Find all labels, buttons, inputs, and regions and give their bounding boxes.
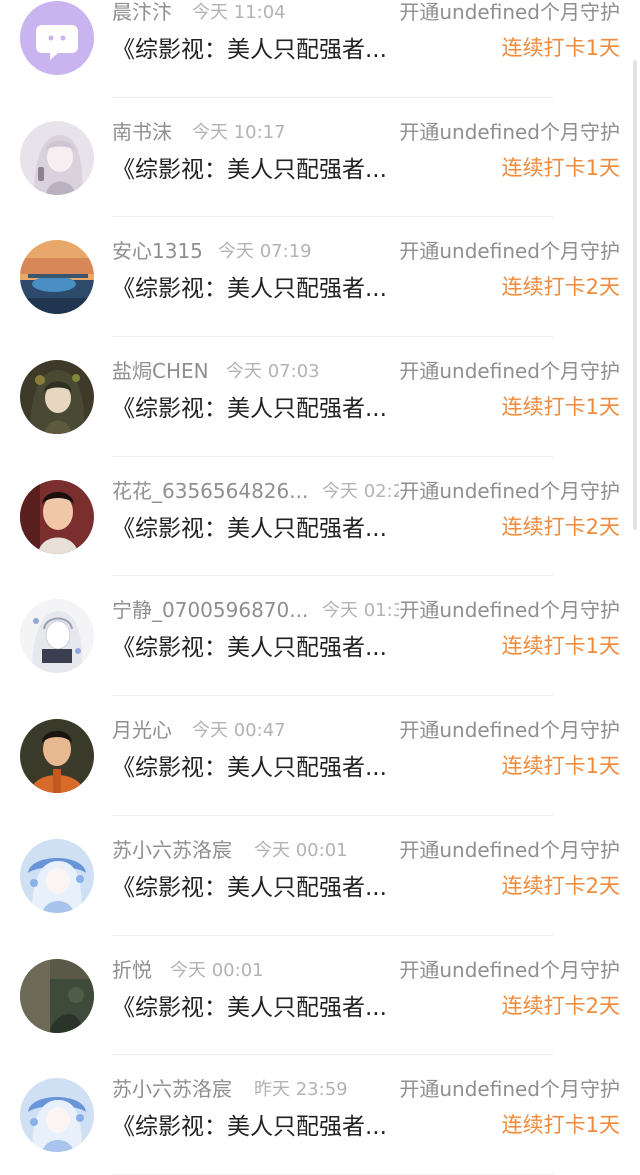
anime-girl-icon — [20, 120, 94, 195]
action-text: 开通undefined个月守护 — [399, 714, 620, 744]
avatar[interactable] — [20, 360, 94, 435]
user-name[interactable]: 月光心 — [112, 714, 172, 743]
checkin-streak: 连续打卡1天 — [501, 634, 620, 659]
action-text: 开通undefined个月守护 — [399, 953, 620, 983]
action-text: 开通undefined个月守护 — [399, 833, 620, 863]
book-title[interactable]: 《综影视：美人只配强者... — [112, 628, 387, 662]
list-item[interactable]: 苏小六苏洛宸 今天 00:01 开通undefined个月守护 《综影视：美人只… — [0, 816, 640, 936]
timestamp: 今天 10:17 — [192, 121, 286, 143]
list-item[interactable]: 安心1315 今天 07:19 开通undefined个月守护 《综影视：美人只… — [0, 217, 640, 338]
checkin-streak: 连续打卡1天 — [501, 395, 620, 420]
avatar[interactable] — [20, 838, 94, 913]
checkin-streak: 连续打卡2天 — [501, 993, 620, 1018]
book-title[interactable]: 《综影视：美人只配强者... — [112, 150, 387, 184]
user-name[interactable]: 苏小六苏洛宸 — [112, 834, 232, 863]
list-item[interactable]: 盐焗CHEN 今天 07:03 开通undefined个月守护 《综影视：美人只… — [0, 337, 640, 457]
avatar[interactable] — [20, 240, 94, 315]
man-photo-icon — [20, 719, 94, 794]
timestamp: 今天 11:04 — [192, 2, 286, 23]
action-text: 开通undefined个月守护 — [399, 594, 620, 624]
timestamp: 昨天 23:59 — [254, 1079, 348, 1101]
book-title[interactable]: 《综影视：美人只配强者... — [112, 269, 387, 303]
timestamp: 今天 00:01 — [170, 959, 264, 981]
list-item[interactable]: 宁静_0700596870... 今天 01:34 开通undefined个月守… — [0, 576, 640, 697]
avatar[interactable] — [20, 958, 94, 1033]
checkin-streak: 连续打卡1天 — [501, 754, 620, 779]
chat-bubble-icon — [20, 1, 94, 75]
list-item[interactable]: 南书沫 今天 10:17 开通undefined个月守护 《综影视：美人只配强者… — [0, 98, 640, 218]
checkin-streak: 连续打卡1天 — [501, 155, 620, 180]
checkin-streak: 连续打卡2天 — [501, 275, 620, 300]
anime-portrait-icon — [20, 360, 94, 435]
sunset-landscape-icon — [20, 240, 94, 315]
checkin-streak: 连续打卡1天 — [501, 1113, 620, 1138]
avatar[interactable] — [20, 1078, 94, 1153]
action-text: 开通undefined个月守护 — [399, 115, 620, 145]
user-name[interactable]: 花花_6356564826... — [112, 475, 308, 504]
blue-anime-icon — [20, 838, 94, 913]
user-name[interactable]: 折悦 — [112, 954, 152, 983]
user-name[interactable]: 盐焗CHEN — [112, 355, 209, 384]
avatar[interactable] — [20, 719, 94, 794]
action-text: 开通undefined个月守护 — [399, 355, 620, 385]
sketch-anime-icon — [20, 599, 94, 674]
list-item[interactable]: 晨汴汴 今天 11:04 开通undefined个月守护 《综影视：美人只配强者… — [0, 0, 640, 98]
user-name[interactable]: 宁静_0700596870... — [112, 594, 308, 623]
list-item[interactable]: 折悦 今天 00:01 开通undefined个月守护 《综影视：美人只配强者.… — [0, 936, 640, 1056]
checkin-streak: 连续打卡2天 — [501, 514, 620, 539]
blue-anime-icon — [20, 1078, 94, 1153]
timestamp: 今天 00:47 — [192, 720, 286, 742]
book-title[interactable]: 《综影视：美人只配强者... — [112, 988, 387, 1022]
action-text: 开通undefined个月守护 — [399, 235, 620, 265]
user-name[interactable]: 南书沫 — [112, 116, 172, 145]
book-title[interactable]: 《综影视：美人只配强者... — [112, 748, 387, 782]
dark-photo-icon — [20, 958, 94, 1033]
avatar[interactable] — [20, 599, 94, 674]
list-item[interactable]: 苏小六苏洛宸 昨天 23:59 开通undefined个月守护 《综影视：美人只… — [0, 1055, 640, 1175]
checkin-streak: 连续打卡1天 — [501, 36, 620, 60]
timestamp: 今天 00:01 — [254, 839, 348, 861]
book-title[interactable]: 《综影视：美人只配强者... — [112, 509, 387, 543]
timestamp: 今天 07:19 — [218, 241, 312, 263]
checkin-streak: 连续打卡2天 — [501, 873, 620, 898]
book-title[interactable]: 《综影视：美人只配强者... — [112, 30, 387, 64]
user-name[interactable]: 晨汴汴 — [112, 0, 172, 25]
user-name[interactable]: 苏小六苏洛宸 — [112, 1073, 232, 1102]
scrollbar[interactable] — [633, 60, 637, 530]
avatar[interactable] — [20, 120, 94, 195]
person-photo-icon — [20, 479, 94, 554]
action-text: 开通undefined个月守护 — [399, 0, 620, 25]
avatar[interactable] — [20, 1, 94, 75]
action-text: 开通undefined个月守护 — [399, 1073, 620, 1103]
list-item[interactable]: 花花_6356564826... 今天 02:26 开通undefined个月守… — [0, 457, 640, 577]
action-text: 开通undefined个月守护 — [399, 474, 620, 504]
book-title[interactable]: 《综影视：美人只配强者... — [112, 1107, 387, 1141]
user-name[interactable]: 安心1315 — [112, 235, 203, 264]
avatar[interactable] — [20, 479, 94, 554]
timestamp: 今天 07:03 — [226, 361, 320, 383]
book-title[interactable]: 《综影视：美人只配强者... — [112, 868, 387, 902]
book-title[interactable]: 《综影视：美人只配强者... — [112, 389, 387, 423]
list-item[interactable]: 月光心 今天 00:47 开通undefined个月守护 《综影视：美人只配强者… — [0, 696, 640, 816]
supporter-list: 晨汴汴 今天 11:04 开通undefined个月守护 《综影视：美人只配强者… — [0, 0, 640, 1175]
